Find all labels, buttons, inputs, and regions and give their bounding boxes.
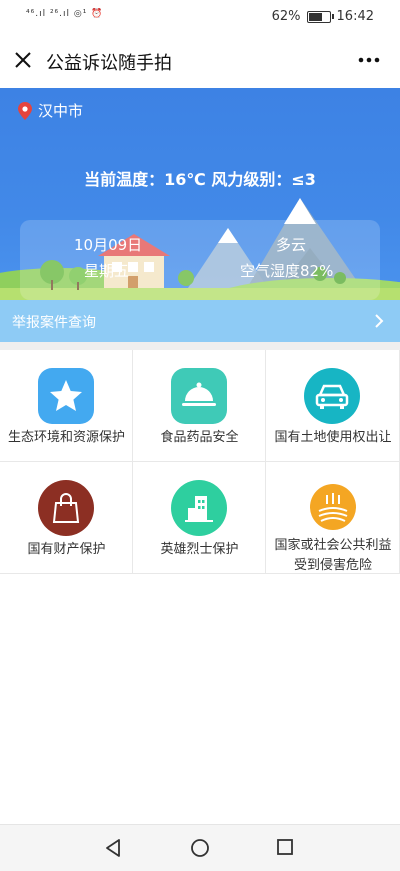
- humidity: 空气湿度82%: [240, 262, 334, 280]
- category-food-drug[interactable]: 食品药品安全: [133, 350, 266, 462]
- car-icon: [304, 368, 360, 424]
- status-bar: ⁴⁶.ıl ²⁶.ıl ◎¹ ⏰ 62% 16:42: [0, 0, 400, 34]
- category-label: 食品药品安全: [160, 430, 239, 445]
- recent-apps-icon[interactable]: [276, 838, 294, 856]
- category-state-property[interactable]: 国有财产保护: [0, 462, 133, 574]
- more-icon[interactable]: [356, 50, 382, 70]
- category-land-use[interactable]: 国有土地使用权出让: [266, 350, 400, 462]
- category-label: 英雄烈士保护: [160, 542, 239, 557]
- date: 10月09日: [74, 236, 143, 254]
- category-label: 国有财产保护: [27, 542, 106, 557]
- category-grid: 生态环境和资源保护 食品药品安全 国有土地使用权出让 国有财产保护 英雄烈士保护…: [0, 350, 400, 576]
- signal-indicators: ⁴⁶.ıl ²⁶.ıl ◎¹ ⏰: [26, 9, 104, 19]
- category-label-line2: 受到侵害危险: [293, 558, 372, 573]
- battery-percent: 62%: [271, 9, 301, 24]
- weather-condition: 多云: [276, 236, 307, 254]
- category-label: 国家或社会公共利益 受到侵害危险: [266, 536, 400, 576]
- location[interactable]: 汉中市: [18, 100, 83, 121]
- category-ecology[interactable]: 生态环境和资源保护: [0, 350, 133, 462]
- report-query-label: 举报案件查询: [12, 315, 96, 331]
- system-nav-bar: [0, 824, 400, 871]
- shopping-bag-icon: [38, 480, 94, 536]
- weekday: 星期五: [84, 262, 130, 280]
- title-bar: 公益诉讼随手拍: [0, 34, 400, 88]
- category-label: 生态环境和资源保护: [7, 430, 125, 445]
- battery-level: [308, 12, 323, 21]
- field-icon: [310, 484, 356, 530]
- battery-icon: [306, 10, 334, 23]
- location-pin-icon: [18, 101, 32, 120]
- category-public-interest[interactable]: 国家或社会公共利益 受到侵害危险: [266, 462, 400, 574]
- close-icon[interactable]: [12, 49, 34, 71]
- temperature-wind: 当前温度：16℃ 风力级别：≤3: [84, 170, 316, 189]
- chevron-right-icon: [375, 314, 384, 328]
- category-heroes[interactable]: 英雄烈士保护: [133, 462, 266, 574]
- back-icon[interactable]: [104, 838, 124, 858]
- category-label-line1: 国家或社会公共利益: [274, 538, 392, 553]
- home-icon[interactable]: [190, 838, 210, 858]
- page-title: 公益诉讼随手拍: [46, 53, 172, 74]
- status-right: 62% 16:42: [272, 9, 374, 24]
- divider: [0, 342, 400, 350]
- city-name: 汉中市: [38, 102, 84, 120]
- star-icon: [38, 368, 94, 424]
- weather-panel: 汉中市 当前温度：16℃ 风力级别：≤3 10月09日 星期五 多云 空气湿度8…: [0, 88, 400, 300]
- food-cover-icon: [171, 368, 227, 424]
- category-label: 国有土地使用权出让: [274, 430, 392, 445]
- clock: 16:42: [336, 9, 374, 24]
- report-query-bar[interactable]: 举报案件查询: [0, 300, 400, 342]
- building-icon: [171, 480, 227, 536]
